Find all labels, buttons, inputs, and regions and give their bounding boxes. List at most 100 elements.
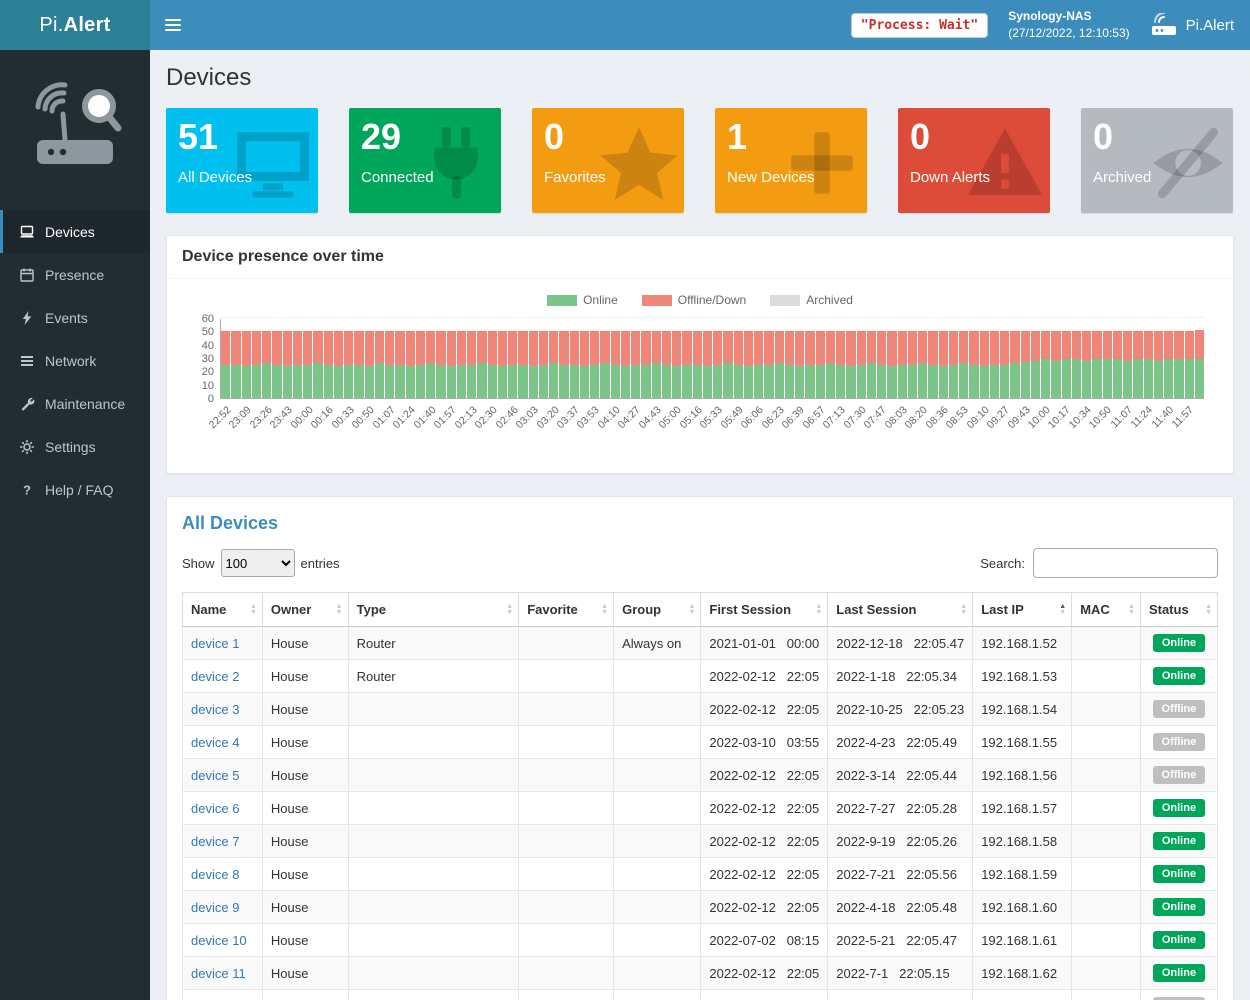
chart-bar [426, 331, 435, 398]
cell-group [614, 924, 701, 957]
sort-icon: ▲▼ [506, 604, 513, 616]
y-axis-label: 40 [182, 340, 214, 352]
cell-first-session: 2022-02-12 22:05 [701, 858, 828, 891]
search-input[interactable] [1033, 548, 1218, 578]
card-new-devices[interactable]: 1 New Devices [715, 108, 867, 213]
device-link[interactable]: device 10 [191, 933, 247, 948]
legend-item-online[interactable]: Online [547, 293, 618, 307]
status-badge[interactable]: Online [1153, 832, 1205, 850]
status-badge[interactable]: Online [1153, 931, 1205, 949]
status-badge[interactable]: Online [1153, 634, 1205, 652]
sidebar-toggle-button[interactable] [150, 0, 195, 50]
sort-icon: ▲▼ [250, 604, 257, 616]
chart-bar [990, 331, 999, 398]
sidebar-item-label: Maintenance [45, 396, 125, 412]
status-badge[interactable]: Online [1153, 865, 1205, 883]
app-logo[interactable]: Pi.Alert [0, 0, 150, 50]
cell-mac [1072, 693, 1141, 726]
card-archived[interactable]: 0 Archived [1081, 108, 1233, 213]
device-link[interactable]: device 2 [191, 669, 239, 684]
cell-first-session: 2022-02-12 22:05 [701, 759, 828, 792]
cell-last-session: 2022-1-18 22:05.34 [828, 660, 973, 693]
device-link[interactable]: device 7 [191, 834, 239, 849]
device-row: device 8House2022-02-12 22:052022-7-21 2… [183, 858, 1218, 891]
sidebar-menu: Devices Presence Events Network Maintena… [0, 210, 150, 511]
chart-bar [611, 331, 620, 398]
status-badge[interactable]: Online [1153, 799, 1205, 817]
show-label: Show [182, 556, 215, 571]
status-badge[interactable]: Online [1153, 898, 1205, 916]
chart-bar [467, 331, 476, 398]
status-badge[interactable]: Offline [1153, 733, 1205, 751]
page-length-select[interactable]: 100 [221, 549, 295, 577]
chart-bar [928, 331, 937, 398]
chart-bar [334, 331, 343, 398]
chart-bar [508, 331, 517, 398]
card-value: 0 [910, 116, 930, 158]
status-badge[interactable]: Online [1153, 667, 1205, 685]
chart-bar [939, 331, 948, 398]
y-axis-label: 10 [182, 380, 214, 392]
chart-bar [498, 331, 507, 398]
column-header-mac[interactable]: MAC▲▼ [1072, 593, 1141, 627]
device-link[interactable]: device 9 [191, 900, 239, 915]
device-link[interactable]: device 5 [191, 768, 239, 783]
card-all-devices[interactable]: 51 All Devices [166, 108, 318, 213]
chart-bar [385, 331, 394, 398]
chart-bar [549, 331, 558, 398]
column-header-group[interactable]: Group▲▼ [614, 593, 701, 627]
device-row: device 1HouseRouterAlways on2021-01-01 0… [183, 627, 1218, 660]
presence-panel-title: Device presence over time [167, 236, 1233, 279]
cell-first-session: 2022-02-12 22:05 [701, 693, 828, 726]
sidebar-item-maintenance[interactable]: Maintenance [0, 382, 150, 425]
legend-item-offline-down[interactable]: Offline/Down [642, 293, 746, 307]
column-header-last-ip[interactable]: Last IP▲▼ [973, 593, 1072, 627]
device-row: device 6House2022-02-12 22:052022-7-27 2… [183, 792, 1218, 825]
chart-bar [477, 331, 486, 398]
device-link[interactable]: device 6 [191, 801, 239, 816]
bolt-icon [19, 310, 35, 326]
device-link[interactable]: device 4 [191, 735, 239, 750]
card-connected[interactable]: 29 Connected [349, 108, 501, 213]
cell-favorite [519, 858, 614, 891]
sidebar-item-devices[interactable]: Devices [0, 210, 150, 253]
column-header-status[interactable]: Status▲▼ [1140, 593, 1217, 627]
legend-item-archived[interactable]: Archived [770, 293, 853, 307]
navbar-brand[interactable]: Pi.Alert [1150, 13, 1234, 37]
sidebar-item-events[interactable]: Events [0, 296, 150, 339]
device-link[interactable]: device 11 [191, 966, 246, 981]
chart-bar [805, 331, 814, 398]
device-link[interactable]: device 1 [191, 636, 239, 651]
column-header-favorite[interactable]: Favorite▲▼ [519, 593, 614, 627]
calendar-icon [19, 267, 35, 283]
column-header-last-session[interactable]: Last Session▲▼ [828, 593, 973, 627]
card-label: Down Alerts [910, 169, 990, 186]
column-header-owner[interactable]: Owner▲▼ [262, 593, 348, 627]
plug-icon [415, 122, 497, 204]
chart-bar [1082, 331, 1091, 398]
status-badge[interactable]: Online [1153, 964, 1205, 982]
device-link[interactable]: device 8 [191, 867, 239, 882]
chart-bar [713, 331, 722, 398]
column-header-name[interactable]: Name▲▼ [183, 593, 263, 627]
status-badge[interactable]: Offline [1153, 700, 1205, 718]
column-header-first-session[interactable]: First Session▲▼ [701, 593, 828, 627]
card-favorites[interactable]: 0 Favorites [532, 108, 684, 213]
chart-bar [1174, 331, 1183, 398]
y-axis-label: 20 [182, 366, 214, 378]
cell-mac [1072, 924, 1141, 957]
column-header-type[interactable]: Type▲▼ [348, 593, 519, 627]
sidebar-item-help[interactable]: ? Help / FAQ [0, 468, 150, 511]
cell-group: Always on [614, 627, 701, 660]
sidebar-item-presence[interactable]: Presence [0, 253, 150, 296]
chart-bar [1195, 330, 1204, 398]
status-badge[interactable]: Offline [1153, 766, 1205, 784]
sidebar-item-settings[interactable]: Settings [0, 425, 150, 468]
computer-icon [232, 122, 314, 204]
sidebar-item-network[interactable]: Network [0, 339, 150, 382]
card-down-alerts[interactable]: 0 Down Alerts [898, 108, 1050, 213]
device-link[interactable]: device 3 [191, 702, 239, 717]
device-row: device 4House2022-03-10 03:552022-4-23 2… [183, 726, 1218, 759]
cell-favorite [519, 924, 614, 957]
chart-bar [631, 331, 640, 398]
